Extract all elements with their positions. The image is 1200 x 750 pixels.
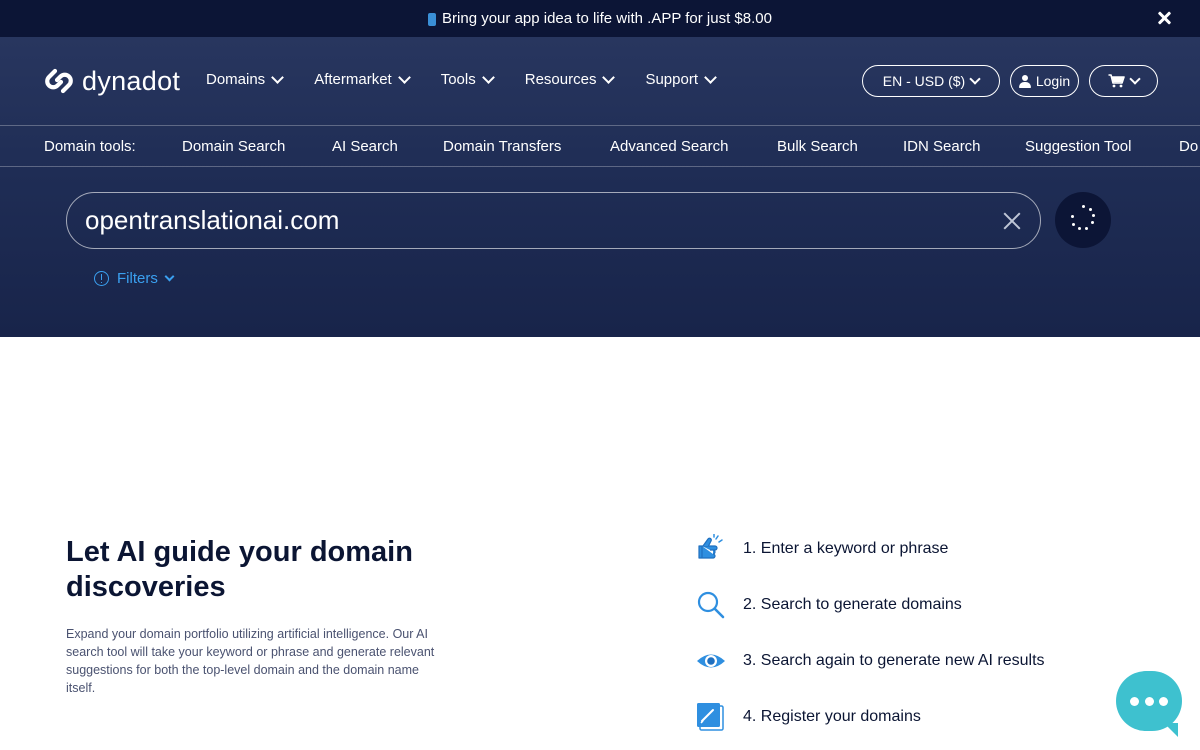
nav-domains-label: Domains [206,71,266,88]
search-input[interactable] [85,201,985,239]
spinner-dot [1071,222,1075,226]
language-currency-button[interactable]: EN - USD ($) [862,65,1000,97]
step-item: 3. Search again to generate new AI resul… [696,646,1045,676]
clear-icon[interactable] [1002,211,1022,231]
close-icon[interactable] [1154,8,1174,28]
phone-icon [428,13,437,26]
spinner-dot [1090,221,1094,224]
chevron-down-icon [704,70,717,84]
chat-button[interactable] [1116,671,1182,737]
step-text: 2. Search to generate domains [743,596,962,613]
promo-banner: Bring your app idea to life with .APP fo… [0,0,1200,37]
nav-support[interactable]: Support [645,70,717,88]
hero-section: dynadot Domains Aftermarket Tools Resour… [0,37,1200,337]
domain-tools-bar: Domain tools: Domain Search AI Search Do… [0,125,1200,167]
header-controls: EN - USD ($) Login [862,65,1158,97]
tool-bulk-search[interactable]: Bulk Search [777,138,858,155]
nav-aftermarket-label: Aftermarket [314,71,392,88]
chevron-down-icon [481,70,495,84]
cart-button[interactable] [1089,65,1158,97]
page-headline: Let AI guide your domain discoveries [66,536,413,603]
pointing-hand-icon [698,534,723,559]
step-text: 3. Search again to generate new AI resul… [743,652,1045,669]
search-button[interactable] [1055,192,1111,248]
filters-toggle[interactable]: Filters [94,270,175,287]
chat-dot [1130,697,1139,706]
chevron-down-icon [164,271,175,282]
nav-resources[interactable]: Resources [524,70,616,88]
tool-suggestion-tool[interactable]: Suggestion Tool [1025,138,1131,155]
chevron-down-icon [602,70,616,84]
page-description: Expand your domain portfolio utilizing a… [66,627,435,695]
cart-icon [1108,74,1125,88]
eye-icon [697,654,725,668]
tool-more[interactable]: Do [1179,138,1198,155]
step-item: 1. Enter a keyword or phrase [696,534,948,564]
magnifier-icon [697,591,725,619]
spinner-dot [1085,226,1088,230]
tool-advanced-search[interactable]: Advanced Search [610,138,728,155]
spinner-dot [1077,227,1081,230]
filters-label: Filters [117,270,158,287]
spinner-dot [1088,207,1092,211]
nav-aftermarket[interactable]: Aftermarket [314,70,411,88]
login-button[interactable]: Login [1010,65,1079,97]
step-item: 4. Register your domains [696,702,921,732]
chevron-down-icon [271,70,285,84]
tool-idn-search[interactable]: IDN Search [903,138,981,155]
promo-text: Bring your app idea to life with .APP fo… [442,10,772,27]
chevron-down-icon [969,73,981,85]
language-currency-label: EN - USD ($) [882,73,966,89]
spinner-dot [1092,213,1095,217]
user-icon [1018,74,1031,88]
chevron-down-icon [1129,73,1141,85]
tool-domain-search[interactable]: Domain Search [182,138,285,155]
domain-tools-label: Domain tools: [44,137,136,155]
step-item: 2. Search to generate domains [696,590,962,620]
info-icon [94,271,109,286]
logo[interactable]: dynadot [42,65,180,97]
chat-dot [1159,697,1168,706]
nav-tools[interactable]: Tools [440,70,495,88]
tool-domain-transfers[interactable]: Domain Transfers [443,138,561,155]
chevron-down-icon [397,70,411,84]
step-text: 4. Register your domains [743,708,921,725]
edit-note-icon [697,703,724,731]
search-box [66,192,1041,249]
spinner-dot [1070,214,1074,218]
main-nav: Domains Aftermarket Tools Resources Supp… [206,70,747,88]
step-text: 1. Enter a keyword or phrase [743,540,949,557]
dynadot-logo-icon [45,68,73,94]
nav-domains[interactable]: Domains [206,70,285,88]
login-label: Login [1035,73,1071,89]
tool-ai-search[interactable]: AI Search [332,138,398,155]
spinner-dot [1081,205,1085,208]
nav-tools-label: Tools [440,71,476,88]
brand-name: dynadot [82,65,181,96]
nav-support-label: Support [645,71,698,88]
site-header: dynadot Domains Aftermarket Tools Resour… [0,37,1200,125]
nav-resources-label: Resources [524,71,597,88]
chat-dot [1144,697,1154,706]
